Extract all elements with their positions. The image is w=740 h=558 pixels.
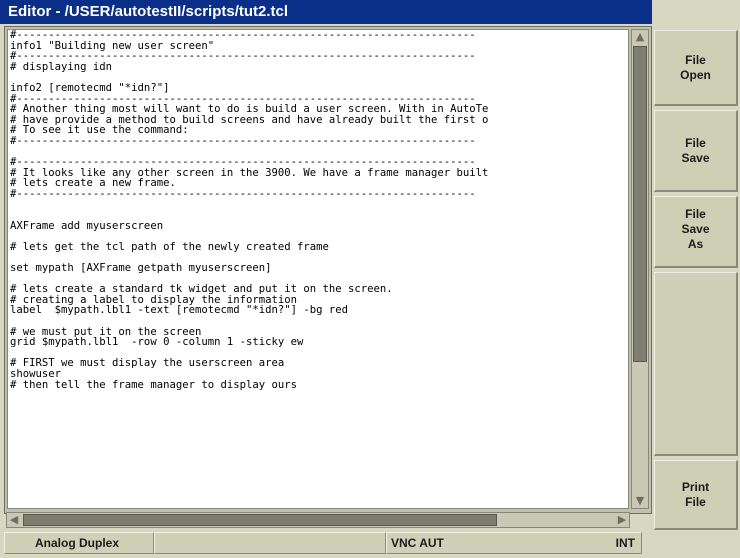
status-blank (154, 532, 386, 554)
code-line: info2 [remotecmd "*idn?"] (10, 81, 170, 94)
editor-text-area[interactable]: #---------------------------------------… (7, 29, 629, 509)
status-mode: Analog Duplex (4, 532, 154, 554)
file-save-button[interactable]: File Save (654, 110, 738, 192)
status-bar: Analog Duplex VNC AUT INT (0, 532, 740, 558)
code-line: #---------------------------------------… (10, 187, 476, 200)
status-vnc-label: VNC AUT (391, 536, 444, 550)
file-save-as-button[interactable]: File Save As (654, 196, 738, 268)
print-file-button[interactable]: Print File (654, 460, 738, 530)
file-open-button[interactable]: File Open (654, 30, 738, 106)
scroll-left-icon[interactable]: ◀ (7, 513, 21, 527)
horizontal-scrollbar[interactable]: ◀ ▶ (6, 512, 630, 528)
softkey-blank (654, 272, 738, 456)
code-line: set mypath [AXFrame getpath myuserscreen… (10, 262, 272, 275)
code-line: showuser (10, 368, 62, 380)
horizontal-scroll-thumb[interactable] (23, 514, 497, 526)
scroll-down-icon[interactable]: ▼ (632, 494, 648, 508)
status-vnc: VNC AUT INT (386, 532, 642, 554)
code-line: # FIRST we must display the userscreen a… (10, 357, 285, 370)
code-line: #---------------------------------------… (10, 134, 476, 147)
code-line: grid $mypath.lbl1 -row 0 -column 1 -stic… (10, 336, 304, 349)
vertical-scrollbar[interactable]: ▲ ▼ (631, 29, 649, 509)
window-title: Editor - /USER/autotestII/scripts/tut2.t… (0, 0, 652, 24)
code-line: # then tell the frame manager to display… (10, 378, 298, 391)
code-line: #---------------------------------------… (10, 29, 476, 41)
code-line: # lets get the tcl path of the newly cre… (10, 240, 329, 253)
status-ref: INT (615, 536, 635, 550)
vertical-scroll-thumb[interactable] (633, 46, 647, 362)
code-line: AXFrame add myuserscreen (10, 219, 164, 232)
scroll-up-icon[interactable]: ▲ (632, 30, 648, 44)
scroll-right-icon[interactable]: ▶ (615, 513, 629, 527)
softkey-panel: File Open File Save File Save As Print F… (654, 24, 740, 534)
editor-frame: #---------------------------------------… (4, 26, 652, 514)
code-line: # displaying idn (10, 60, 113, 73)
code-line: label $mypath.lbl1 -text [remotecmd "*id… (10, 304, 349, 317)
